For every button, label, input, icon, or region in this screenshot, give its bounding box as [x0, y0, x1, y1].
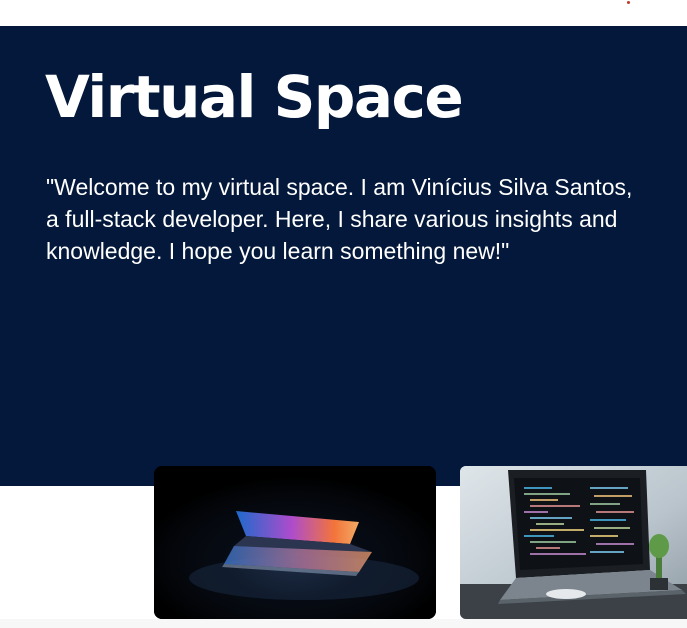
bottom-strip	[0, 619, 687, 628]
laptop-dark-glow-image	[154, 466, 436, 619]
post-card-1[interactable]	[154, 466, 436, 619]
top-bar	[0, 0, 687, 26]
hero-title: Virtual Space	[45, 63, 464, 131]
page: Virtual Space "Welcome to my virtual spa…	[0, 0, 687, 628]
post-card-2[interactable]	[460, 466, 687, 619]
dot-icon	[627, 1, 630, 4]
hero-section: Virtual Space "Welcome to my virtual spa…	[0, 26, 687, 486]
hero-description: "Welcome to my virtual space. I am Viníc…	[46, 174, 633, 264]
laptop-code-image	[460, 466, 687, 619]
